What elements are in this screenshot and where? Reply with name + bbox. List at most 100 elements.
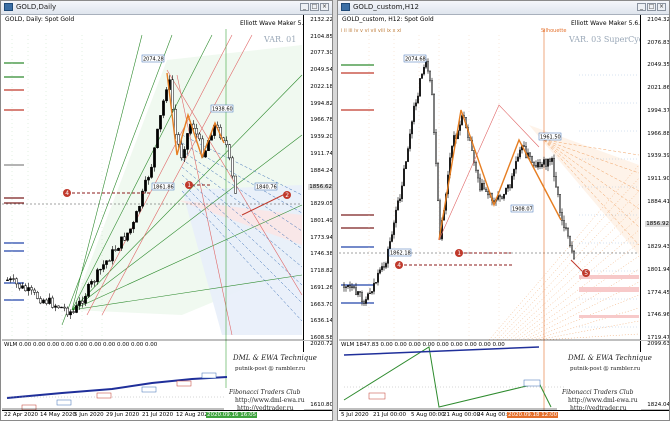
credits-link[interactable]: http://www.dml-ewa.ru (568, 397, 638, 404)
price-box-label: 1840.76 (256, 185, 277, 191)
candle (383, 266, 385, 268)
sub-price-axis[interactable]: 2099.63 1824.04 (640, 341, 669, 409)
price-axis[interactable]: 2104.32 2076.83 2049.35 2021.86 1994.37 1966.… (640, 15, 670, 341)
candle (81, 300, 84, 304)
candle (551, 158, 553, 162)
orange-fan-line (540, 333, 640, 341)
candle (565, 227, 567, 229)
candle (539, 162, 541, 167)
candle (18, 283, 21, 289)
time-axis[interactable]: 5 Jul 2020 21 Jul 00:00 5 Aug 00:00 21 A… (339, 410, 669, 420)
candle (111, 249, 114, 262)
candle (69, 311, 72, 316)
candle (409, 133, 411, 149)
candle (401, 185, 403, 200)
candle (519, 149, 521, 158)
wave-marker-label: 5 (584, 270, 588, 277)
wlm-header: WLM 0.00 0.00 0.00 0.00 0.00 0.00 0.00 0… (4, 342, 158, 348)
candle (529, 152, 531, 157)
candle (377, 272, 379, 283)
candle (569, 235, 571, 246)
window-titlebar[interactable]: GOLD_custom,H12 _ □ × (338, 1, 669, 15)
candle (93, 281, 96, 283)
candle (114, 249, 117, 251)
candle (180, 143, 183, 159)
candle (195, 128, 198, 135)
window-title: GOLD_custom,H12 (353, 3, 419, 11)
credits-line: Fibonacci Traders Club (229, 389, 301, 396)
candle (129, 228, 132, 234)
minimize-icon[interactable]: _ (300, 3, 309, 11)
candle (60, 306, 63, 309)
maximize-icon[interactable]: □ (647, 3, 656, 11)
candle (72, 311, 75, 313)
chart-window-left[interactable]: GOLD,Daily _ □ × 4 1 2 2074.28 1861.86 1840.7… (0, 0, 333, 421)
candle (567, 227, 569, 237)
wlm-line (343, 346, 540, 356)
price-tick: 1884.24 (310, 167, 333, 174)
candle (541, 164, 543, 167)
candle (499, 194, 501, 198)
candle (162, 100, 165, 116)
orange-fan-line (488, 164, 640, 341)
candle (138, 205, 141, 212)
candle (503, 193, 505, 199)
candle (42, 299, 45, 304)
candle (357, 291, 359, 295)
candle (399, 198, 401, 201)
price-tick: 1966.88 (647, 130, 670, 137)
candle (150, 166, 153, 178)
price-tick: 2076.83 (647, 39, 670, 46)
close-icon[interactable]: × (320, 3, 329, 11)
candle (453, 135, 455, 147)
price-tick: 2049.54 (310, 67, 333, 74)
chart-window-right[interactable]: GOLD_custom,H12 _ □ × 4 1 5 2074.68 1961.50 1… (337, 0, 670, 421)
price-tick: 1718.82 (310, 268, 333, 275)
candle (345, 286, 347, 288)
wave-marker-label: 1 (457, 250, 461, 257)
sub-tick: 2020.72 (310, 341, 333, 347)
close-icon[interactable]: × (657, 3, 666, 11)
minimize-icon[interactable]: _ (637, 3, 646, 11)
time-axis[interactable]: 22 Apr 2020 14 May 2020 5 Jun 2020 29 Ju… (2, 410, 332, 420)
wave-marker-label: 2 (285, 192, 289, 199)
price-box-label: 2074.28 (143, 57, 164, 63)
candle (349, 285, 351, 288)
credits-line: putnik-post @ rambler.ru (235, 366, 306, 372)
chart-area[interactable]: 4 1 5 2074.68 1961.50 1862.18 1908.07 GOLD_cus… (339, 15, 670, 420)
candle (517, 156, 519, 162)
credits-link[interactable]: http://www.dml-ewa.ru (235, 397, 305, 404)
time-tick: 21 Jul 2020 (142, 412, 174, 418)
candle (365, 299, 367, 304)
chart-area[interactable]: 4 1 2 2074.28 1861.86 1840.76 1938.60 GOLD, Da… (2, 15, 333, 420)
maximize-icon[interactable]: □ (310, 3, 319, 11)
candle (549, 158, 551, 162)
candle (459, 124, 461, 131)
candle (475, 162, 477, 171)
price-tick: 1994.37 (647, 107, 670, 114)
time-tick: 5 Jun 2020 (74, 412, 104, 418)
candle (371, 291, 373, 294)
candle (505, 187, 507, 195)
price-tick: 2022.18 (310, 83, 333, 90)
price-box-label: 1961.50 (540, 135, 561, 141)
candle (511, 175, 513, 189)
candle (27, 287, 30, 292)
candle (543, 159, 545, 165)
price-tick: 1939.39 (647, 153, 670, 160)
candle (210, 135, 213, 141)
price-tick: 1911.90 (647, 176, 670, 182)
price-tick: 1663.70 (310, 301, 333, 308)
symbol-label: GOLD, Daily: Spot Gold (5, 16, 75, 23)
candle (373, 282, 375, 292)
candle (24, 285, 27, 292)
price-tick: 2077.30 (310, 50, 333, 57)
price-axis[interactable]: 2132.22 2104.85 2077.30 2049.54 2022.18 1994.… (303, 15, 333, 341)
credits-box-top: DML & EWA Technique putnik-post @ ramble… (565, 352, 652, 388)
candle (493, 200, 495, 202)
credits-line: Fibonacci Traders Club (562, 389, 634, 396)
window-titlebar[interactable]: GOLD,Daily _ □ × (1, 1, 332, 15)
sub-price-axis[interactable]: 2020.72 1610.80 (303, 341, 333, 409)
candle (66, 307, 69, 316)
candle (234, 175, 237, 194)
